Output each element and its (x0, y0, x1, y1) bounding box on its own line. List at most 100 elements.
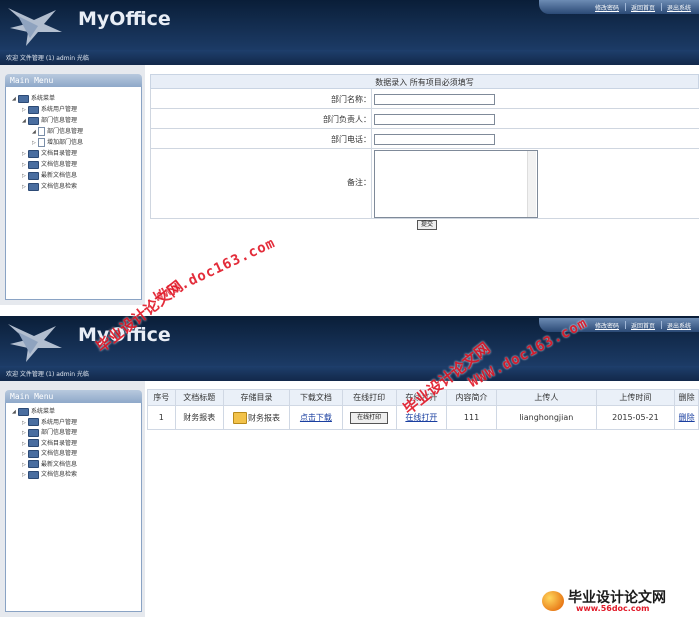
header-top: MyOffice 修改密码 返回首页 退出系统 (0, 0, 699, 50)
bird-logo-icon (8, 8, 62, 46)
bird-logo-icon (8, 324, 62, 362)
folder-icon (18, 407, 29, 416)
col-download: 下载文档 (289, 389, 343, 406)
form-row-phone: 部门电话： (150, 129, 699, 149)
tree-item-label: 文档信息管理 (41, 161, 78, 168)
dept-manager-label: 部门负责人： (323, 115, 371, 124)
remark-scrollbar[interactable] (527, 151, 536, 217)
tree-item[interactable]: ◢ 部门信息管理 (22, 116, 77, 125)
folder-icon (18, 94, 29, 103)
tree-item-label: 最新文档信息 (41, 172, 78, 179)
folder-icon (28, 149, 39, 158)
col-delete: 删除 (674, 389, 699, 406)
tree-item[interactable]: ▷ 文档信息管理 (22, 449, 77, 458)
tree-item-label: 文档目录管理 (41, 150, 78, 157)
tree-item-label: 增加部门信息 (47, 139, 84, 146)
tree-item[interactable]: ▷ 文档信息检索 (22, 182, 77, 191)
submit-button[interactable]: 提交 (417, 220, 437, 230)
tree-item[interactable]: ▷ 最新文档信息 (22, 460, 77, 469)
tree-item[interactable]: ▷ 最新文档信息 (22, 171, 77, 180)
col-index: 序号 (147, 389, 176, 406)
delete-link[interactable]: 删除 (674, 405, 699, 430)
dept-phone-input[interactable] (374, 134, 495, 145)
row-intro: 111 (445, 405, 498, 430)
folder-icon (28, 160, 39, 169)
tree-item-label: 部门信息管理 (47, 128, 84, 135)
welcome-bar: 欢迎 文件管理 (1) admin 光临 (0, 366, 699, 381)
change-password-link[interactable]: 修改密码 (595, 321, 619, 330)
menu-title: Main Menu (10, 392, 54, 401)
dept-form: 数据录入 所有项目必须填写 部门名称： 部门负责人： 部门电话： 备注： 提交 (150, 74, 699, 234)
folder-icon (28, 460, 39, 468)
remark-textarea[interactable] (374, 150, 538, 218)
col-folder: 存储目录 (222, 389, 291, 406)
tree-item-label: 部门信息管理 (41, 117, 78, 124)
row-folder-cell: 财务报表 (222, 405, 291, 430)
form-title: 数据录入 所有项目必须填写 (150, 74, 699, 89)
tree-item[interactable]: ▷ 文档信息管理 (22, 160, 77, 169)
logout-link[interactable]: 退出系统 (667, 3, 691, 12)
tree-item-label: 部门信息管理 (41, 429, 78, 436)
folder-icon (28, 449, 39, 458)
dept-name-input[interactable] (374, 94, 495, 105)
welcome-text: 欢迎 文件管理 (1) admin 光临 (6, 55, 89, 62)
remark-label: 备注： (347, 178, 371, 187)
form-row-manager: 部门负责人： (150, 109, 699, 129)
row-print-cell: 在线打印 (341, 405, 397, 430)
menu-tree-2: ◢ 系统菜单 ▷ 系统用户管理 ▷ 部门信息管理 ▷ 文档目录管理 ▷ 文档信息管理 ▷ 最新文档信息… (5, 403, 142, 612)
doc-icon (38, 138, 45, 147)
tree-item-label: 文档信息管理 (41, 450, 78, 457)
top-links: 修改密码 返回首页 退出系统 (539, 0, 699, 14)
globe-icon (542, 591, 564, 611)
doc-icon (38, 127, 45, 136)
row-time: 2015-05-21 (595, 405, 676, 430)
tree-item-label: 文档目录管理 (41, 439, 78, 447)
folder-icon (28, 439, 39, 447)
tree-item[interactable]: ◢ 部门信息管理 (32, 127, 83, 136)
tree-item-label: 文档信息检索 (41, 471, 78, 478)
dept-phone-label: 部门电话： (331, 135, 371, 144)
tree-item-label: 系统菜单 (31, 95, 56, 102)
print-button[interactable]: 在线打印 (350, 411, 389, 424)
tree-item-label: 最新文档信息 (41, 460, 78, 468)
menu-tree-1: ◢ 系统菜单 ▷ 系统用户管理 ◢ 部门信息管理 ◢ 部门信息管理 ▷ 增加部门信息 ▷ 文档目录管理… (5, 87, 142, 300)
menu-title: Main Menu (10, 76, 54, 85)
folder-icon (28, 470, 39, 479)
col-intro: 内容简介 (445, 389, 498, 406)
folder-icon (28, 428, 39, 437)
col-uploader: 上传人 (496, 389, 597, 406)
corner-watermark-url: www.56doc.com (576, 604, 650, 613)
app-logo: MyOffice (78, 8, 171, 30)
tree-item-label: 文档信息检索 (41, 183, 78, 190)
tree-item[interactable]: ▷ 文档目录管理 (22, 439, 77, 448)
form-row-remark: 备注： (150, 149, 699, 219)
tree-item-label: 系统用户管理 (41, 418, 78, 426)
tree-item[interactable]: ◢ 系统菜单 (12, 94, 55, 103)
folder-icon (28, 171, 39, 180)
home-link[interactable]: 返回首页 (631, 321, 655, 330)
row-title: 财务报表 (174, 405, 224, 430)
dept-manager-input[interactable] (374, 114, 495, 125)
tree-item[interactable]: ◢ 系统菜单 (12, 407, 55, 416)
tree-item-label: 系统菜单 (31, 408, 56, 415)
folder-icon (28, 116, 39, 125)
tree-item[interactable]: ▷ 系统用户管理 (22, 418, 77, 427)
col-time: 上传时间 (595, 389, 676, 406)
change-password-link[interactable]: 修改密码 (595, 3, 619, 12)
tree-item[interactable]: ▷ 文档目录管理 (22, 149, 77, 158)
home-link[interactable]: 返回首页 (631, 3, 655, 12)
folder-icon (28, 105, 39, 114)
tree-item[interactable]: ▷ 部门信息管理 (22, 428, 77, 437)
tree-item[interactable]: ▷ 文档信息检索 (22, 470, 77, 479)
tree-item-label: 系统用户管理 (41, 106, 78, 113)
logout-link[interactable]: 退出系统 (667, 321, 691, 330)
download-link[interactable]: 点击下载 (289, 405, 343, 430)
row-folder: 财务报表 (248, 413, 281, 422)
tree-item[interactable]: ▷ 系统用户管理 (22, 105, 77, 114)
tree-item[interactable]: ▷ 增加部门信息 (32, 138, 83, 147)
menu-header-1: Main Menu (5, 74, 142, 87)
folder-icon (233, 411, 248, 424)
welcome-text: 欢迎 文件管理 (1) admin 光临 (6, 371, 89, 378)
dept-name-label: 部门名称： (331, 95, 371, 104)
row-index: 1 (147, 405, 176, 430)
